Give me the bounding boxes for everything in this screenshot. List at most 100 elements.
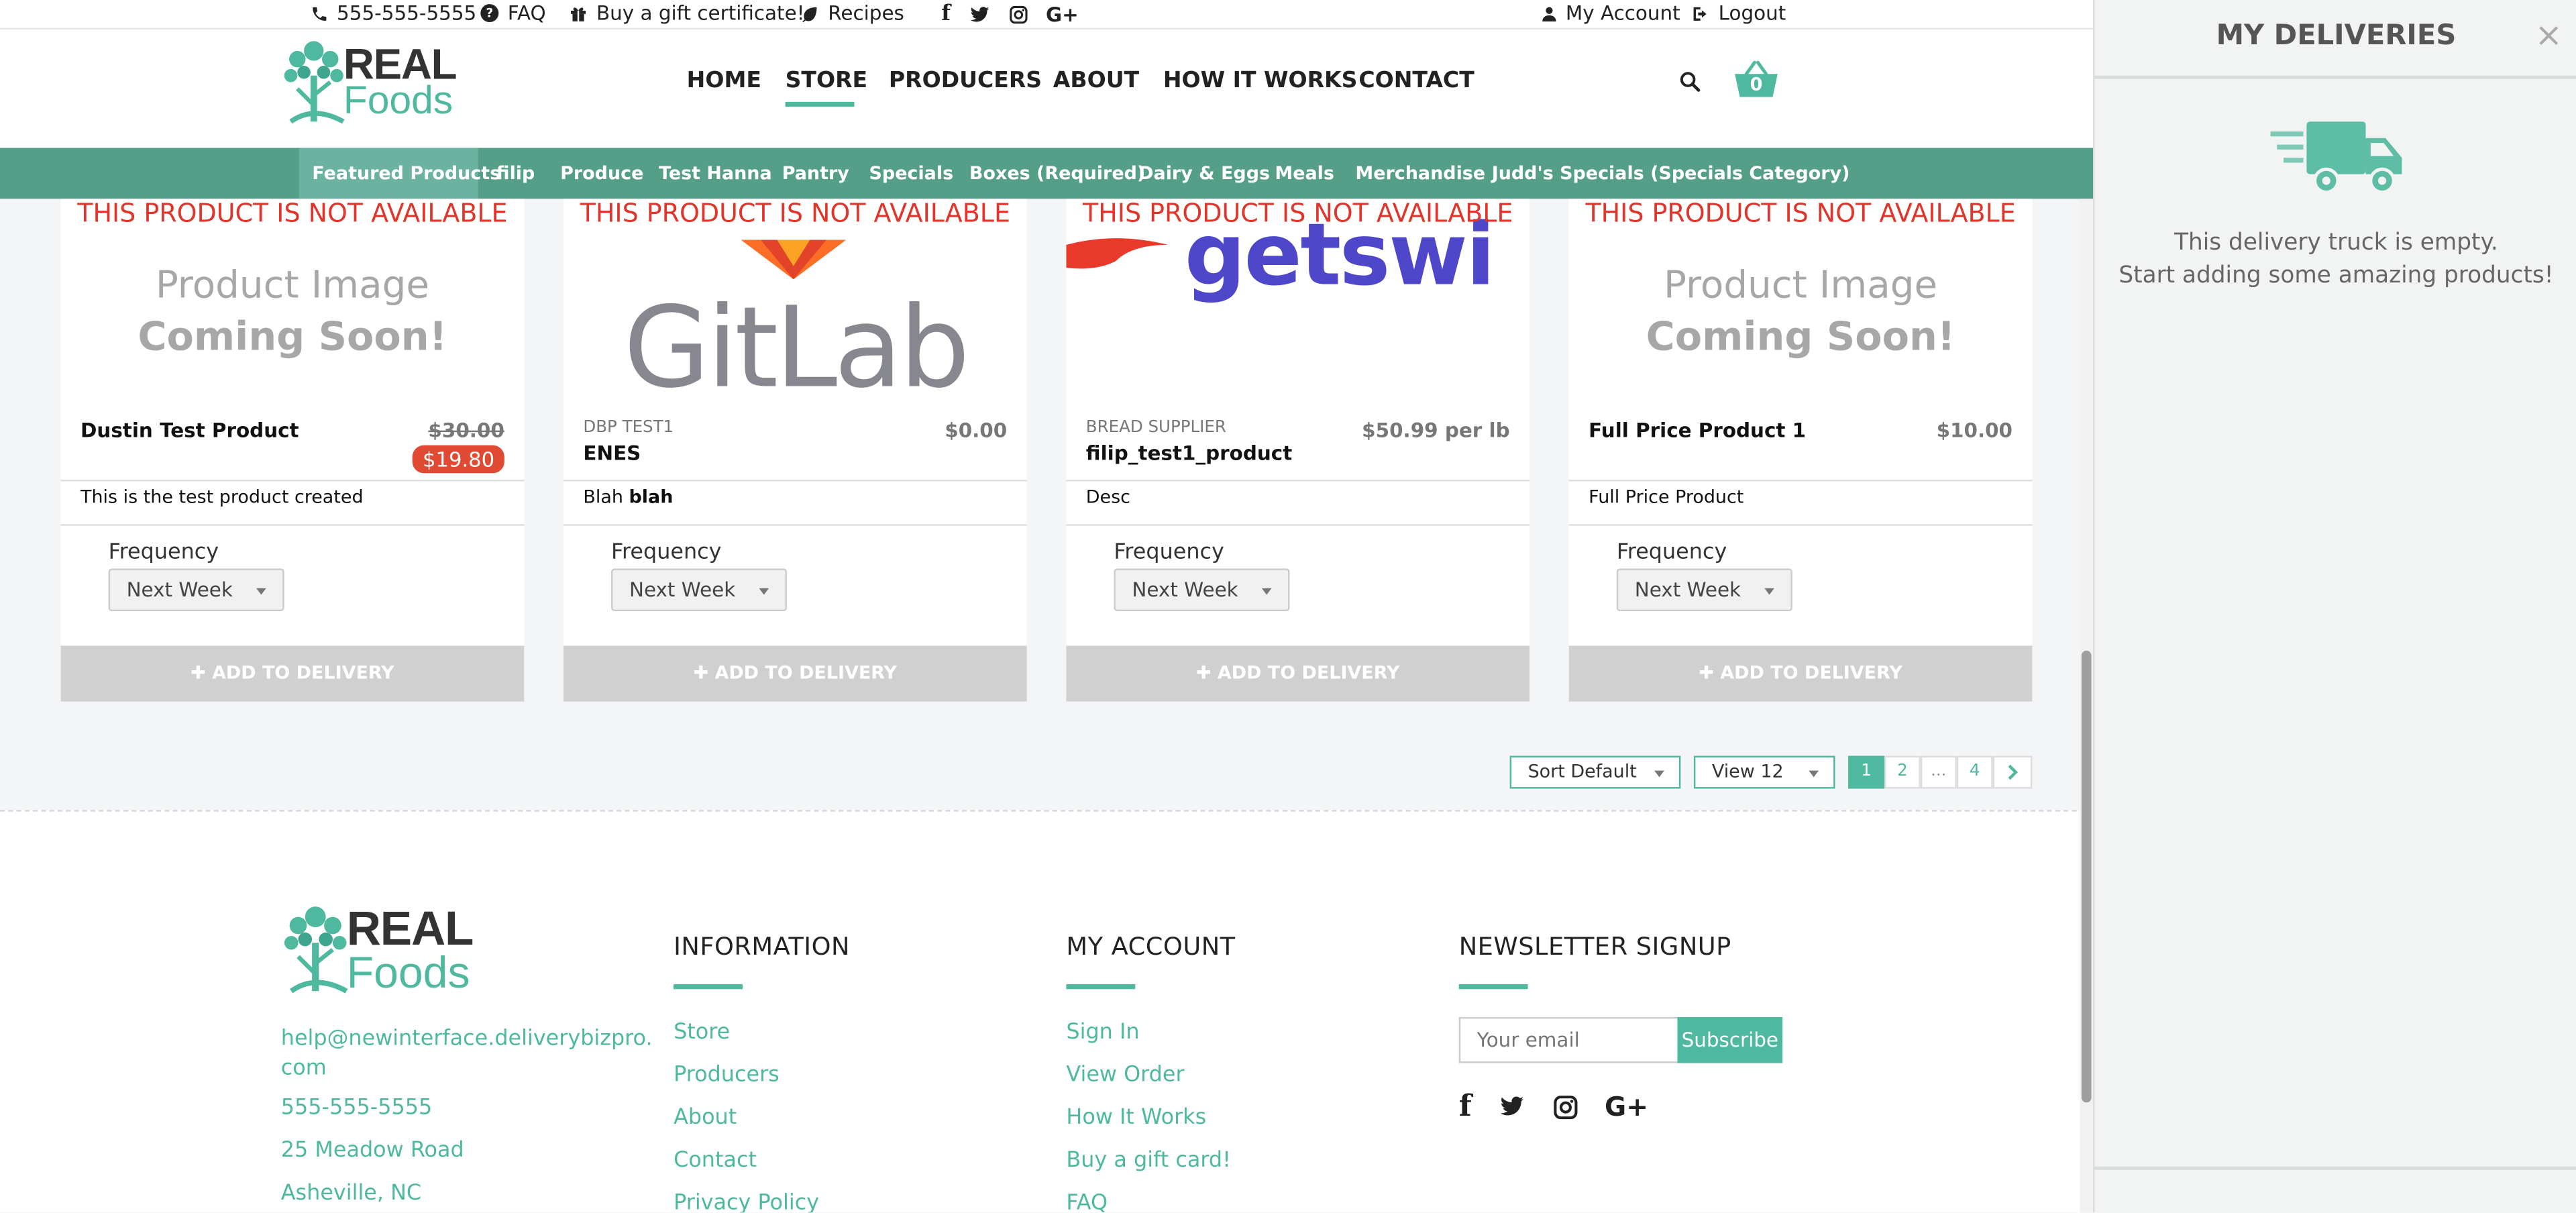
footer-link-producers[interactable]: Producers (674, 1063, 780, 1088)
subscribe-button[interactable]: Subscribe (1677, 1016, 1783, 1063)
my-account-link[interactable]: My Account (1541, 1, 1680, 25)
add-to-delivery-button[interactable]: ✚ ADD TO DELIVERY (1568, 645, 2033, 702)
footer-email-link[interactable]: help@newinterface.deliverybizpro. com (281, 1025, 653, 1084)
category-judds-specials[interactable]: Judd's Specials (Specials Category) (1492, 148, 1850, 199)
frequency-select[interactable]: Next Week (108, 568, 284, 612)
next-page-button[interactable] (1992, 755, 2033, 789)
recipes-link[interactable]: Recipes (800, 1, 904, 25)
footer-link-faq[interactable]: FAQ (1066, 1192, 1108, 1213)
footer-link-gift-card[interactable]: Buy a gift card! (1066, 1149, 1230, 1173)
product-name[interactable]: Full Price Product 1 (1589, 419, 1806, 441)
footer-phone[interactable]: 555-555-5555 (281, 1096, 433, 1120)
product-name[interactable]: Dustin Test Product (80, 419, 299, 441)
footer-link-sign-in[interactable]: Sign In (1066, 1020, 1139, 1045)
google-plus-icon[interactable]: G+ (1605, 1091, 1648, 1122)
supplier-name[interactable]: DBP TEST1 (583, 419, 674, 437)
tree-logo-icon (284, 41, 345, 124)
cart-count: 0 (1750, 74, 1763, 96)
gift-certificate-link[interactable]: Buy a gift certificate! (568, 1, 805, 25)
add-to-delivery-button[interactable]: ✚ ADD TO DELIVERY (564, 645, 1027, 702)
category-specials[interactable]: Specials (869, 148, 954, 199)
category-pantry[interactable]: Pantry (782, 148, 849, 199)
cart-button[interactable]: 0 (1733, 59, 1780, 99)
page-ellipsis: ... (1920, 755, 1957, 789)
google-plus-icon[interactable]: G+ (1046, 3, 1079, 25)
brand-logo[interactable]: REAL Foods (281, 40, 462, 125)
view-value: View 12 (1711, 760, 1784, 782)
close-icon[interactable]: × (2535, 16, 2563, 52)
panel-header-divider (2094, 75, 2576, 79)
divider (1066, 480, 1530, 482)
category-dairy-eggs[interactable]: Dairy & Eggs (1138, 148, 1270, 199)
panel-footer-divider (2094, 1166, 2576, 1170)
category-merchandise[interactable]: Merchandise (1355, 148, 1485, 199)
frequency-select[interactable]: Next Week (611, 568, 788, 612)
frequency-select[interactable]: Next Week (1616, 568, 1792, 612)
footer-link-contact[interactable]: Contact (674, 1149, 757, 1173)
newsletter-email-input[interactable] (1458, 1016, 1679, 1063)
chevron-down-icon (1654, 770, 1664, 778)
footer-link-store[interactable]: Store (674, 1020, 730, 1045)
product-image-swoosh (1066, 238, 1169, 269)
product-image-placeholder[interactable]: Product Image Coming Soon! (1569, 261, 2033, 364)
product-listing: THIS PRODUCT IS NOT AVAILABLE Product Im… (0, 199, 2094, 810)
original-price: $30.00 (428, 419, 504, 442)
supplier-name[interactable]: BREAD SUPPLIER (1086, 419, 1226, 437)
page-scrollbar-thumb[interactable] (2081, 650, 2092, 1103)
page-button-4[interactable]: 4 (1956, 755, 1993, 789)
nav-about[interactable]: ABOUT (1053, 67, 1139, 93)
facebook-icon[interactable]: f (941, 1, 951, 26)
product-image-placeholder[interactable]: Product Image Coming Soon! (61, 261, 525, 364)
nav-producers[interactable]: PRODUCERS (889, 67, 1042, 93)
facebook-icon[interactable]: f (1459, 1090, 1472, 1124)
brand-name-line2: Foods (343, 78, 453, 123)
social-links-top: f G+ (941, 1, 1078, 26)
heading-underline (674, 984, 743, 990)
page: 555-555-5555 ? FAQ Buy a gift certificat… (0, 0, 2576, 1213)
faq-link[interactable]: ? FAQ (480, 1, 546, 25)
nav-store[interactable]: STORE (786, 67, 868, 93)
category-filip[interactable]: filip (496, 148, 535, 199)
twitter-icon[interactable] (969, 4, 990, 23)
chevron-right-icon (2008, 764, 2019, 780)
category-produce[interactable]: Produce (560, 148, 643, 199)
page-button-2[interactable]: 2 (1884, 755, 1921, 789)
nav-how-it-works[interactable]: HOW IT WORKS (1163, 67, 1358, 93)
product-description: Blah blah (583, 486, 673, 508)
search-icon[interactable] (1679, 70, 1701, 92)
footer-link-about[interactable]: About (674, 1106, 737, 1130)
category-boxes-required[interactable]: Boxes (Required) (969, 148, 1145, 199)
product-image-gitlab[interactable]: GitLab (564, 288, 1027, 411)
sort-value: Sort Default (1527, 760, 1637, 782)
footer-link-view-order[interactable]: View Order (1066, 1063, 1184, 1088)
instagram-icon[interactable] (1552, 1094, 1578, 1120)
page-button-1[interactable]: 1 (1848, 755, 1885, 789)
sale-price-badge: $19.80 (413, 445, 504, 474)
sort-select[interactable]: Sort Default (1509, 755, 1681, 789)
plus-icon: ✚ (1195, 662, 1218, 684)
footer-newsletter-heading: NEWSLETTER SIGNUP (1458, 931, 1731, 961)
frequency-label: Frequency (1114, 540, 1224, 566)
product-card: THIS PRODUCT IS NOT AVAILABLE Product Im… (1568, 199, 2033, 702)
nav-contact[interactable]: CONTACT (1358, 67, 1474, 93)
add-to-delivery-button[interactable]: ✚ ADD TO DELIVERY (60, 645, 525, 702)
frequency-select[interactable]: Next Week (1114, 568, 1290, 612)
twitter-icon[interactable] (1498, 1094, 1526, 1119)
gift-text: Buy a gift certificate! (596, 1, 805, 25)
footer-link-privacy-policy[interactable]: Privacy Policy (674, 1192, 819, 1213)
product-name[interactable]: ENES (583, 442, 641, 465)
divider (1568, 524, 2033, 526)
instagram-icon[interactable] (1008, 4, 1028, 23)
view-count-select[interactable]: View 12 (1693, 755, 1835, 789)
logout-link[interactable]: Logout (1690, 1, 1786, 25)
frequency-value: Next Week (1634, 578, 1741, 602)
category-featured-products[interactable]: Featured Products (312, 148, 500, 199)
product-name[interactable]: filip_test1_product (1086, 442, 1293, 465)
category-meals[interactable]: Meals (1275, 148, 1334, 199)
footer-brand-logo[interactable]: REAL Foods (281, 904, 486, 999)
phone-link[interactable]: 555-555-5555 (311, 1, 476, 25)
nav-home[interactable]: HOME (687, 67, 761, 93)
footer-link-how-it-works[interactable]: How It Works (1066, 1106, 1206, 1130)
category-test-hanna[interactable]: Test Hanna (659, 148, 772, 199)
add-to-delivery-button[interactable]: ✚ ADD TO DELIVERY (1066, 645, 1530, 702)
